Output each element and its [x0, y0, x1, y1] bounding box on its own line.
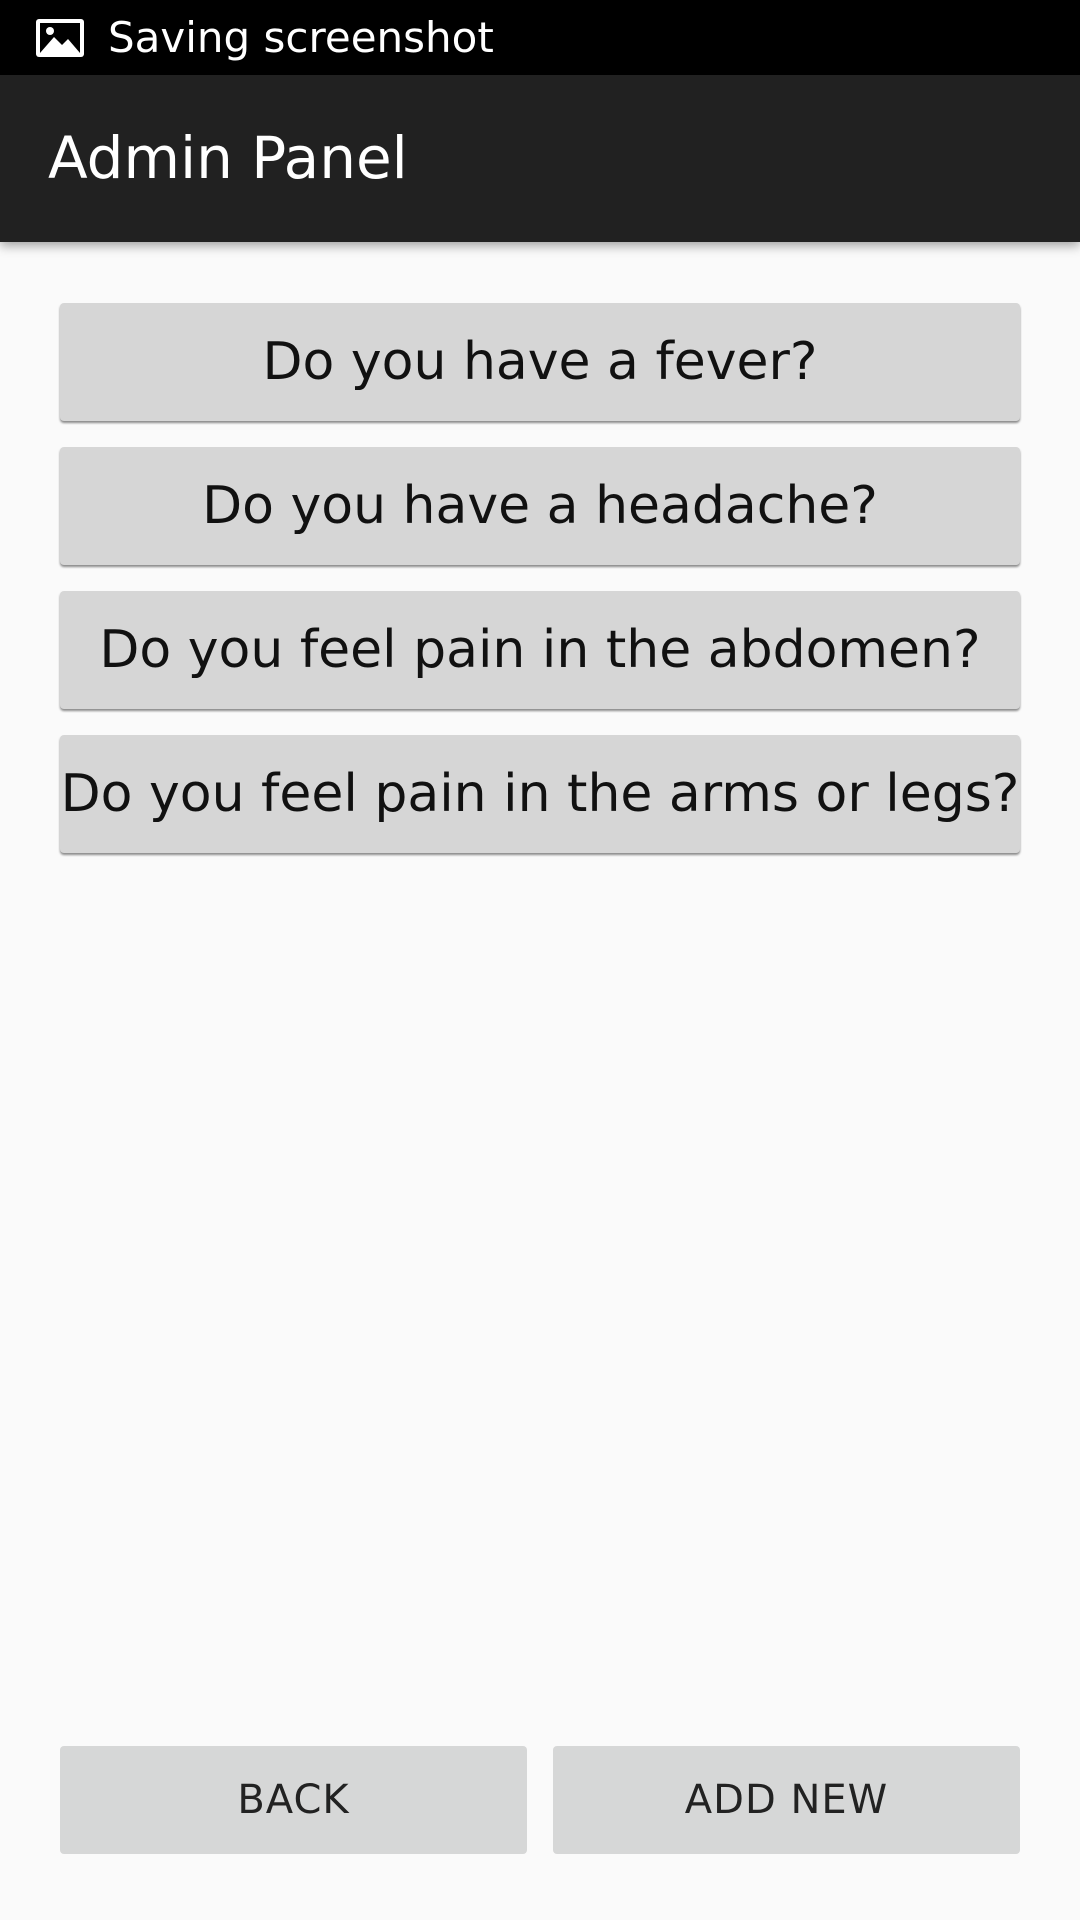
question-list: Do you have a fever? Do you have a heada…	[60, 303, 1020, 879]
image-icon	[36, 19, 84, 57]
question-label: Do you have a headache?	[202, 476, 878, 536]
question-label: Do you feel pain in the arms or legs?	[60, 764, 1020, 824]
question-label: Do you have a fever?	[262, 332, 818, 392]
back-button[interactable]: BACK	[60, 1746, 527, 1854]
question-button[interactable]: Do you feel pain in the arms or legs?	[60, 735, 1020, 853]
add-new-button[interactable]: ADD NEW	[553, 1746, 1020, 1854]
app-bar: Admin Panel	[0, 75, 1080, 242]
question-button[interactable]: Do you have a fever?	[60, 303, 1020, 421]
question-label: Do you feel pain in the abdomen?	[99, 620, 981, 680]
add-new-button-label: ADD NEW	[684, 1777, 889, 1823]
question-button[interactable]: Do you feel pain in the abdomen?	[60, 591, 1020, 709]
bottom-action-bar: BACK ADD NEW	[60, 1746, 1020, 1854]
status-bar: Saving screenshot	[0, 0, 1080, 75]
status-text: Saving screenshot	[108, 13, 494, 62]
page-title: Admin Panel	[48, 124, 408, 192]
question-button[interactable]: Do you have a headache?	[60, 447, 1020, 565]
back-button-label: BACK	[237, 1777, 350, 1823]
